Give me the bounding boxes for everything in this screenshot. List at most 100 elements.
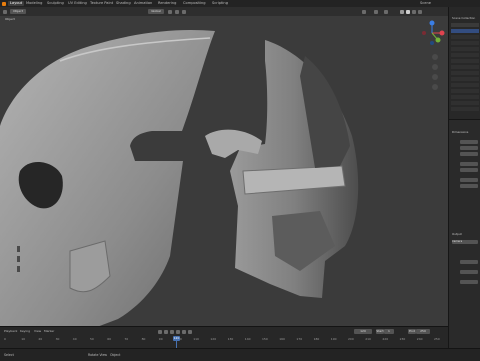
camera-field[interactable]: Camera — [452, 240, 478, 244]
viewport-header: Object Global — [0, 7, 448, 16]
3d-viewport[interactable]: Object Global Object — [0, 7, 448, 326]
play-reverse-icon[interactable] — [170, 329, 174, 334]
timeline-menu-keying[interactable]: Keying — [20, 329, 30, 333]
outliner-row[interactable] — [451, 95, 479, 99]
jump-start-icon[interactable] — [158, 329, 162, 334]
mask-model[interactable] — [0, 16, 448, 326]
y-axis-icon[interactable] — [435, 37, 441, 43]
current-frame-field[interactable]: 120 — [354, 329, 372, 334]
tab-compositing[interactable]: Compositing — [183, 1, 206, 6]
prop-field[interactable] — [460, 178, 478, 182]
tab-rendering[interactable]: Rendering — [158, 1, 176, 6]
status-select: Select — [4, 353, 14, 357]
outliner-row[interactable] — [451, 41, 479, 45]
prev-keyframe-icon[interactable] — [164, 329, 168, 334]
end-frame-field[interactable]: 250 — [416, 329, 430, 334]
orientation-select[interactable]: Global — [148, 9, 164, 14]
prop-field[interactable] — [460, 270, 478, 274]
rendered-shading-icon[interactable] — [418, 9, 422, 14]
timeline-tick-label: 40 — [72, 337, 77, 341]
tab-scripting[interactable]: Scripting — [212, 1, 228, 6]
timeline-tick-label: 60 — [107, 337, 112, 341]
view-object-types-icon[interactable] — [362, 9, 366, 14]
material-shading-icon[interactable] — [412, 9, 416, 14]
editor-type-icon[interactable] — [3, 9, 7, 14]
prop-field[interactable] — [460, 152, 478, 156]
timeline-tick-label: 120 — [210, 337, 217, 341]
dimensions-section[interactable]: Dimensions — [452, 130, 468, 134]
output-section[interactable]: Output — [452, 232, 462, 236]
overlay-toggle-icon[interactable] — [384, 9, 388, 14]
tab-modeling[interactable]: Modeling — [26, 1, 42, 6]
timeline-tick-label: 240 — [416, 337, 423, 341]
outliner-row[interactable] — [451, 47, 479, 51]
gizmo-toggle-icon[interactable] — [374, 9, 378, 14]
blender-logo-icon[interactable] — [2, 1, 6, 6]
prop-field[interactable] — [460, 260, 478, 264]
prop-field[interactable] — [460, 280, 478, 284]
timeline-tick-label: 200 — [348, 337, 354, 341]
outliner-row[interactable] — [451, 77, 479, 81]
snap-icon[interactable] — [175, 9, 179, 14]
outliner-row[interactable] — [451, 65, 479, 69]
pan-icon[interactable] — [432, 64, 438, 70]
outliner-row[interactable] — [451, 35, 479, 39]
timeline-menu-view[interactable]: View — [34, 329, 41, 333]
timeline-panel[interactable]: Playback Keying View Marker 120 Start 1 … — [0, 326, 448, 349]
prop-field[interactable] — [460, 146, 478, 150]
status-bar: Select Rotate View Object — [0, 348, 480, 361]
prop-field[interactable] — [460, 140, 478, 144]
prop-field[interactable] — [460, 162, 478, 166]
prop-field[interactable] — [460, 184, 478, 188]
mask-left-half — [0, 29, 215, 326]
timeline-tick-label: 90 — [158, 337, 163, 341]
workspace-bar: Layout Modeling Sculpting UV Editing Tex… — [0, 0, 480, 7]
outliner-row[interactable] — [451, 107, 479, 111]
tab-shading[interactable]: Shading — [116, 1, 131, 6]
outliner-row[interactable] — [451, 101, 479, 105]
solid-shading-icon[interactable] — [406, 9, 410, 14]
outliner-title: Scene Collection — [452, 16, 476, 20]
perspective-toggle-icon[interactable] — [432, 84, 438, 90]
pivot-icon[interactable] — [168, 9, 172, 14]
camera-view-icon[interactable] — [432, 74, 438, 80]
jump-end-icon[interactable] — [188, 329, 192, 334]
tab-uv-editing[interactable]: UV Editing — [68, 1, 87, 6]
tab-sculpting[interactable]: Sculpting — [47, 1, 64, 6]
outliner-row[interactable] — [451, 71, 479, 75]
zoom-icon[interactable] — [432, 54, 438, 60]
navigation-gizmo[interactable] — [420, 19, 446, 94]
start-frame-field[interactable]: 1 — [384, 329, 394, 334]
next-keyframe-icon[interactable] — [182, 329, 186, 334]
scene-label[interactable]: Scene — [420, 1, 431, 6]
proportional-edit-icon[interactable] — [182, 9, 186, 14]
timeline-tick-label: 250 — [434, 337, 440, 341]
timeline-tick-label: 50 — [90, 337, 94, 341]
outliner-panel[interactable]: Scene Collection — [448, 7, 480, 119]
outliner-row[interactable] — [451, 23, 479, 27]
prop-field[interactable] — [460, 168, 478, 172]
outliner-row[interactable] — [451, 29, 479, 33]
outliner-row[interactable] — [451, 59, 479, 63]
timeline-menu-playback[interactable]: Playback — [4, 329, 17, 333]
outliner-row[interactable] — [451, 83, 479, 87]
timeline-tick-label: 150 — [262, 337, 268, 341]
timeline-tick-label: 220 — [382, 337, 389, 341]
tab-layout[interactable]: Layout — [8, 1, 25, 6]
mode-select[interactable]: Object — [10, 9, 26, 14]
tab-texture-paint[interactable]: Texture Paint — [90, 1, 113, 6]
status-rotate: Rotate View — [88, 353, 108, 357]
timeline-tick-label: 110 — [193, 337, 199, 341]
x-axis-icon[interactable] — [439, 30, 445, 36]
timeline-tick-label: 30 — [55, 337, 60, 341]
timeline-menu-marker[interactable]: Marker — [44, 329, 54, 333]
properties-panel[interactable]: Dimensions Output Camera — [448, 119, 480, 349]
outliner-row[interactable] — [451, 89, 479, 93]
play-icon[interactable] — [176, 329, 180, 334]
tab-animation[interactable]: Animation — [134, 1, 152, 6]
wireframe-shading-icon[interactable] — [400, 9, 404, 14]
status-context: Object — [110, 353, 121, 357]
timeline-tick-label: 0 — [4, 337, 6, 341]
z-axis-icon[interactable] — [429, 20, 435, 26]
outliner-row[interactable] — [451, 53, 479, 57]
